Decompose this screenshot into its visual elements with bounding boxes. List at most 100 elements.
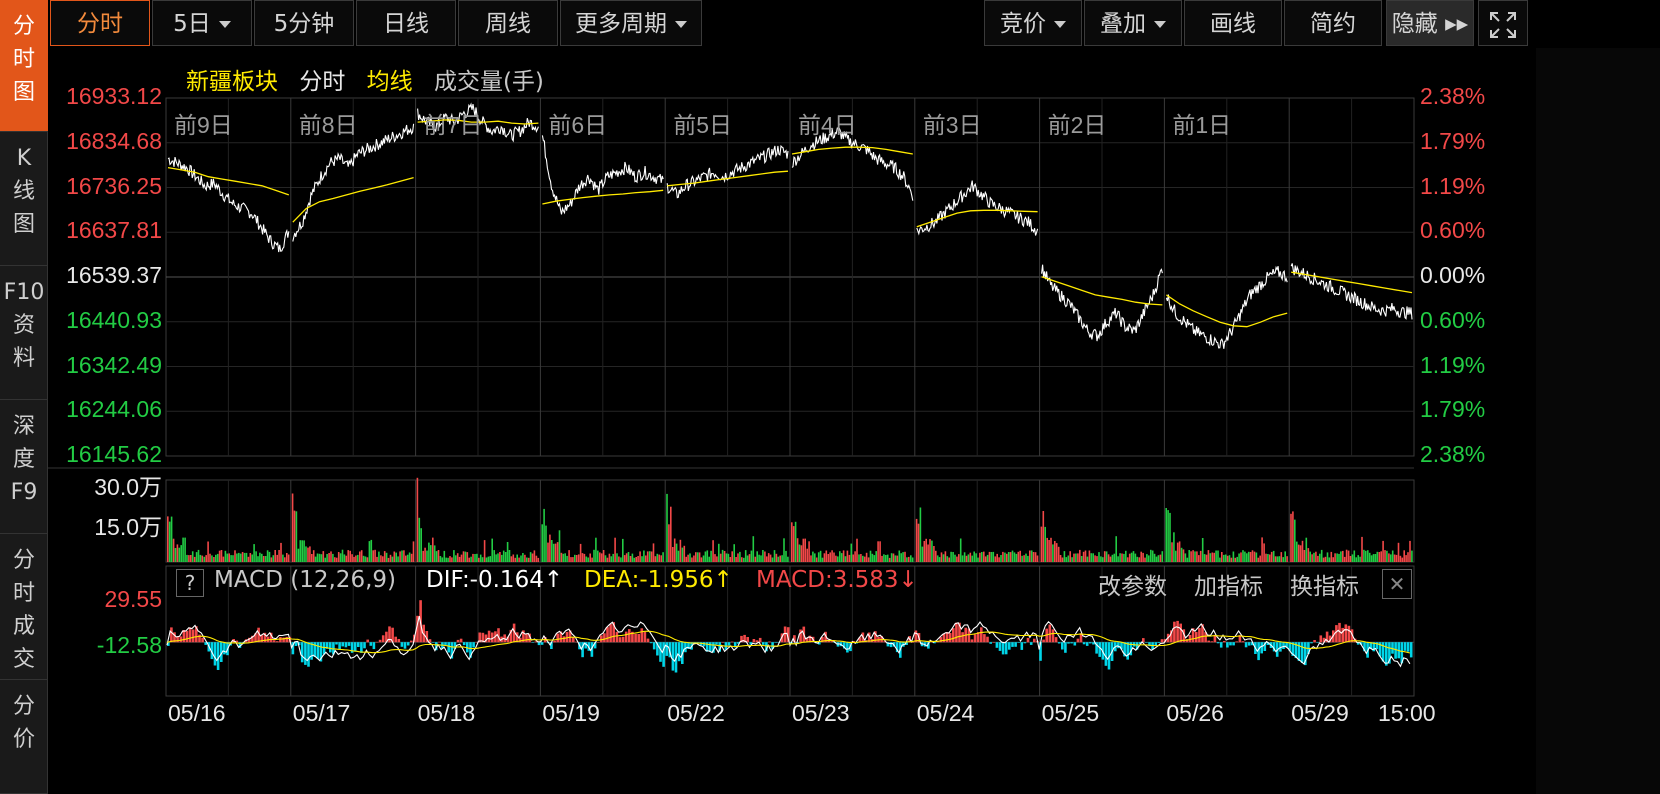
volume-bar (1040, 526, 1043, 562)
macd-bar (986, 636, 989, 643)
volume-bar (1380, 551, 1382, 562)
volume-bar (721, 549, 724, 562)
volume-bar (1098, 552, 1100, 562)
y-tick-left: 16244.06 (66, 396, 162, 423)
volume-bar (1080, 556, 1083, 562)
volume-bar (929, 539, 931, 562)
volume-bar (541, 524, 543, 562)
volume-bar (1211, 552, 1214, 562)
volume-bar (380, 555, 382, 562)
help-icon[interactable]: ? (176, 569, 204, 597)
volume-bar (1244, 551, 1246, 562)
volume-bar (172, 538, 175, 562)
volume-bar (915, 518, 918, 562)
volume-bar (272, 555, 275, 562)
volume-bar (610, 556, 613, 562)
volume-bar (1307, 548, 1310, 562)
macd-bar (659, 642, 662, 662)
change-params-button[interactable]: 改参数 (1098, 567, 1167, 601)
volume-bar (1009, 552, 1012, 562)
volume-bar (1395, 554, 1398, 562)
volume-bar (606, 557, 609, 562)
volume-bar (303, 540, 305, 562)
volume-bar (973, 551, 975, 562)
macd-bar (774, 642, 777, 643)
volume-bar (228, 553, 230, 562)
volume-bar (253, 544, 255, 562)
macd-bar (556, 633, 559, 643)
volume-bar (863, 556, 866, 562)
volume-bar (1084, 550, 1087, 562)
volume-bar (965, 555, 968, 562)
volume-bar (286, 553, 288, 562)
volume-bar (1017, 551, 1020, 562)
volume-bar (562, 553, 565, 562)
volume-bar (1155, 556, 1158, 562)
volume-bar (261, 553, 263, 562)
macd-bar (952, 628, 955, 643)
macd-bar (410, 640, 413, 643)
volume-bar (794, 521, 797, 562)
volume-bar (393, 551, 396, 562)
macd-bar (1247, 642, 1251, 646)
x-tick: 05/19 (542, 700, 600, 726)
volume-bar (216, 553, 219, 562)
macd-bar (715, 642, 718, 645)
y-tick-left: 16834.68 (66, 127, 162, 154)
volume-bar (1067, 555, 1070, 562)
volume-bar (622, 538, 624, 562)
macd-bar (1073, 642, 1077, 646)
day-label: 前4日 (798, 112, 857, 138)
volume-bar (489, 556, 492, 562)
macd-bar (649, 642, 653, 644)
volume-bar (382, 556, 384, 562)
volume-bar (397, 556, 399, 562)
volume-bar (819, 550, 822, 562)
volume-bar (854, 551, 856, 562)
volume-bar (191, 551, 194, 562)
volume-bar (1061, 557, 1064, 562)
volume-bar (372, 550, 374, 562)
volume-bar (378, 551, 380, 562)
volume-bar (637, 556, 639, 562)
volume-bar (1368, 552, 1371, 562)
volume-bar (950, 551, 952, 562)
volume-bar (1388, 553, 1390, 562)
macd-bar (531, 642, 535, 643)
volume-bar (1276, 556, 1279, 562)
macd-bar (176, 636, 179, 643)
volume-bar (184, 537, 186, 562)
volume-bar (700, 557, 703, 562)
volume-bar (455, 555, 457, 562)
volume-bar (1119, 553, 1121, 562)
volume-bar (890, 553, 893, 562)
volume-bar (648, 551, 651, 562)
add-indicator-button[interactable]: 加指标 (1194, 567, 1263, 601)
volume-bar (391, 556, 394, 562)
volume-bar (1209, 553, 1212, 562)
volume-bar (176, 544, 179, 562)
macd-bar (1241, 641, 1245, 643)
volume-bar (428, 542, 430, 562)
macd-bar (1316, 642, 1319, 643)
volume-bar (712, 540, 714, 562)
volume-bar (683, 545, 686, 562)
volume-bar (679, 539, 682, 562)
volume-bar (961, 555, 964, 562)
volume-bar (931, 540, 933, 562)
volume-bar (1217, 550, 1219, 562)
macd-bar (1017, 642, 1020, 643)
volume-bar (1317, 555, 1319, 562)
macd-bar (1054, 637, 1058, 643)
close-icon[interactable]: ✕ (1382, 569, 1412, 599)
macd-bar (1310, 642, 1313, 644)
volume-bar (1004, 552, 1006, 562)
volume-bar (927, 544, 929, 562)
volume-bar (1261, 537, 1263, 562)
volume-bar (629, 556, 632, 562)
volume-bar (1376, 551, 1379, 562)
volume-bar (1384, 550, 1386, 562)
switch-indicator-button[interactable]: 换指标 (1290, 567, 1359, 601)
volume-bar (936, 555, 939, 562)
volume-bar (1342, 550, 1344, 562)
